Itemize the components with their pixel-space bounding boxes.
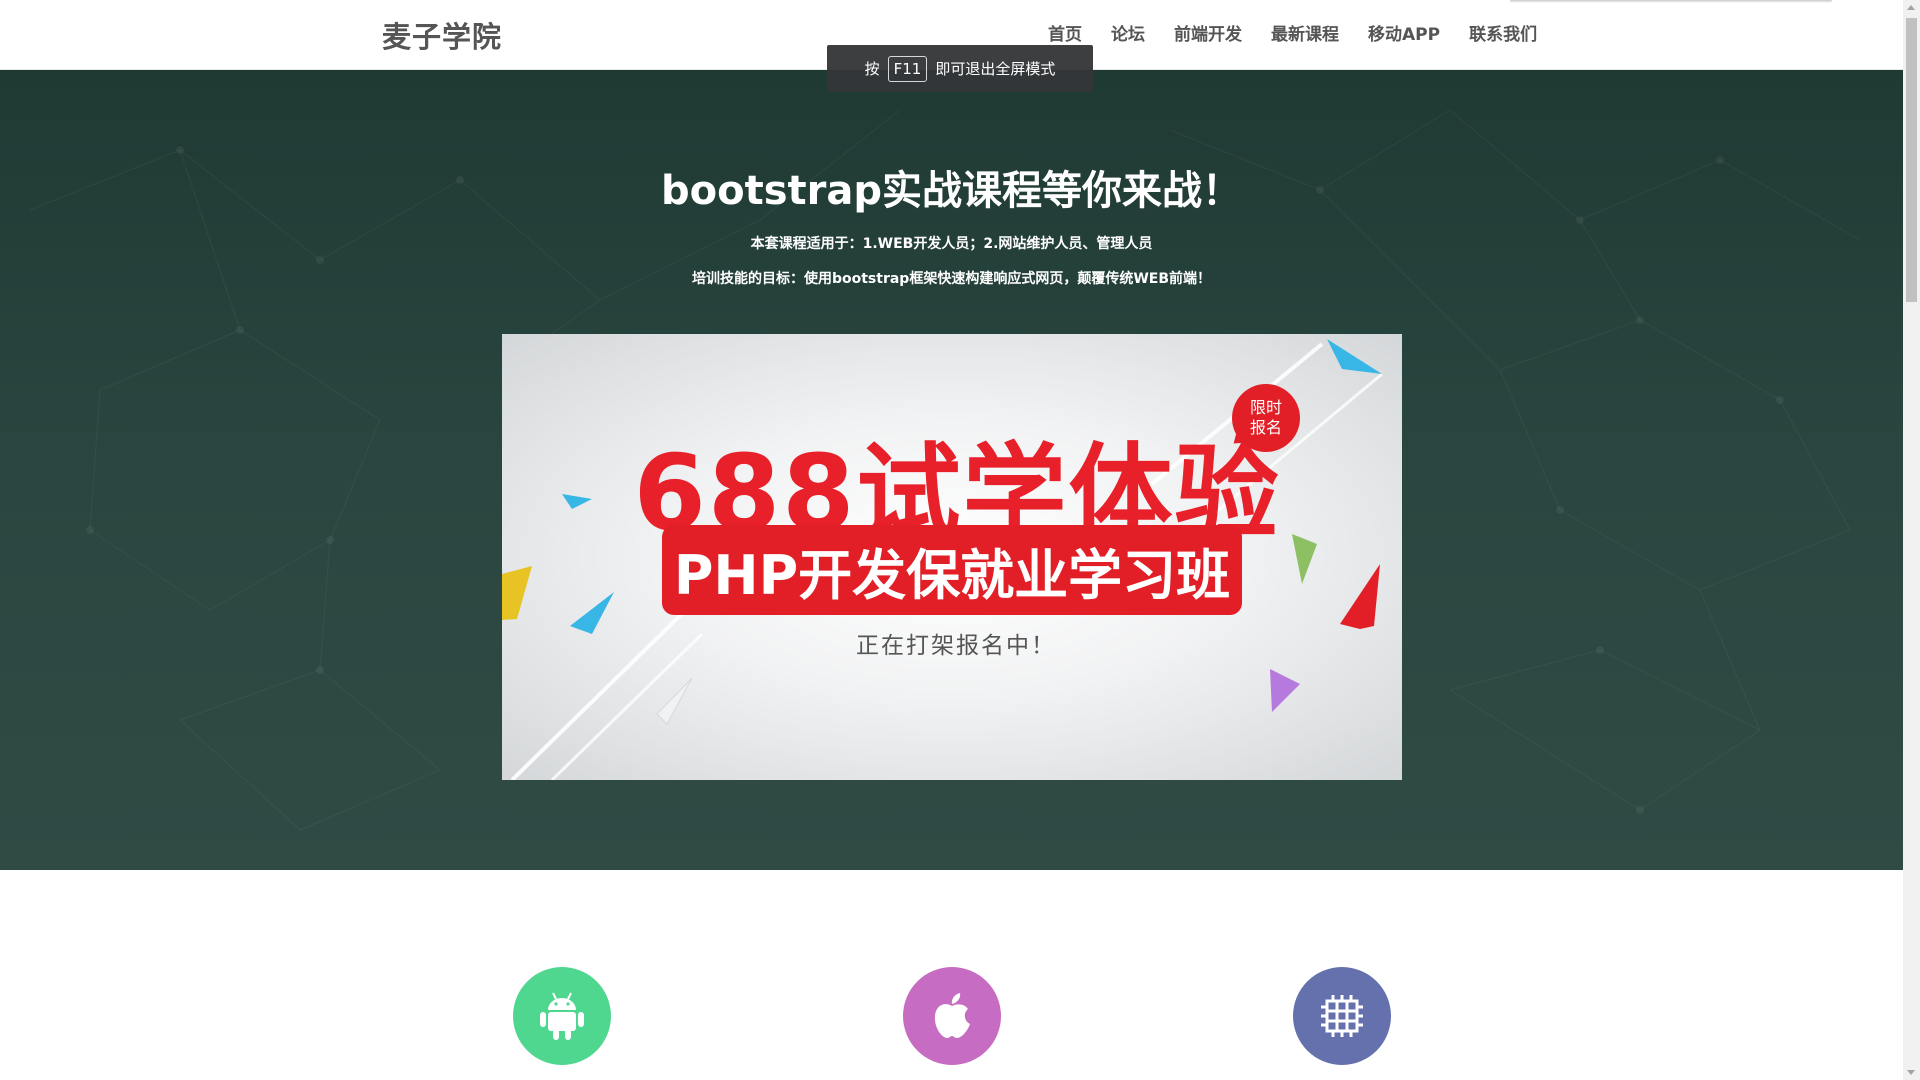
scrollbar-thumb[interactable] — [1906, 18, 1917, 302]
window-edge-shadow — [1510, 0, 1832, 3]
apple-icon — [934, 993, 970, 1038]
chip-icon — [1321, 995, 1363, 1037]
nav-item-courses[interactable]: 最新课程 — [1271, 20, 1339, 45]
feature-chip[interactable] — [1293, 967, 1391, 1065]
android-icon — [540, 992, 584, 1040]
badge-line-1: 限时 — [1249, 398, 1282, 417]
brand-logo[interactable]: 麦子学院 — [382, 14, 502, 56]
toast-key-f11: F11 — [887, 55, 928, 82]
vertical-scrollbar[interactable] — [1903, 0, 1920, 1080]
nav-menu: 首页 论坛 前端开发 最新课程 移动APP 联系我们 — [1048, 20, 1566, 45]
nav-item-forum[interactable]: 论坛 — [1111, 20, 1145, 45]
nav-item-frontend[interactable]: 前端开发 — [1174, 20, 1242, 45]
nav-item-contact[interactable]: 联系我们 — [1469, 20, 1537, 45]
banner-course-pill: PHP开发保就业学习班 — [662, 525, 1242, 615]
hero-goal-text: 培训技能的目标：使用bootstrap框架快速构建响应式网页，颠覆传统WEB前端… — [691, 271, 1212, 287]
fullscreen-toast: 按 F11 即可退出全屏模式 — [827, 45, 1093, 92]
nav-item-mobile-app[interactable]: 移动APP — [1368, 20, 1440, 45]
nav-item-home[interactable]: 首页 — [1048, 20, 1082, 45]
feature-android[interactable] — [513, 967, 611, 1065]
toast-text-after: 即可退出全屏模式 — [935, 60, 1056, 78]
feature-apple[interactable] — [903, 967, 1001, 1065]
features-section — [0, 870, 1903, 1080]
hero-section: bootstrap实战课程等你来战！ 本套课程适用于：1.WEB开发人员；2.网… — [0, 70, 1903, 870]
limited-time-badge: 限时 报名 — [1232, 384, 1300, 452]
toast-text-before: 按 — [864, 60, 880, 78]
scroll-up-arrow-icon[interactable] — [1907, 5, 1915, 10]
badge-line-2: 报名 — [1249, 418, 1282, 437]
hero-audience-text: 本套课程适用于：1.WEB开发人员；2.网站维护人员、管理人员 — [750, 236, 1153, 252]
promo-banner[interactable]: 688试学体验 PHP开发保就业学习班 正在打架报名中！ 限时 报名 — [502, 334, 1402, 780]
hero-title: bootstrap实战课程等你来战！ — [661, 168, 1242, 214]
banner-subtitle: 正在打架报名中！ — [856, 633, 1056, 659]
page: 麦子学院 首页 论坛 前端开发 最新课程 移动APP 联系我们 按 F11 即可… — [0, 0, 1920, 1080]
scroll-down-arrow-icon[interactable] — [1907, 1070, 1915, 1075]
